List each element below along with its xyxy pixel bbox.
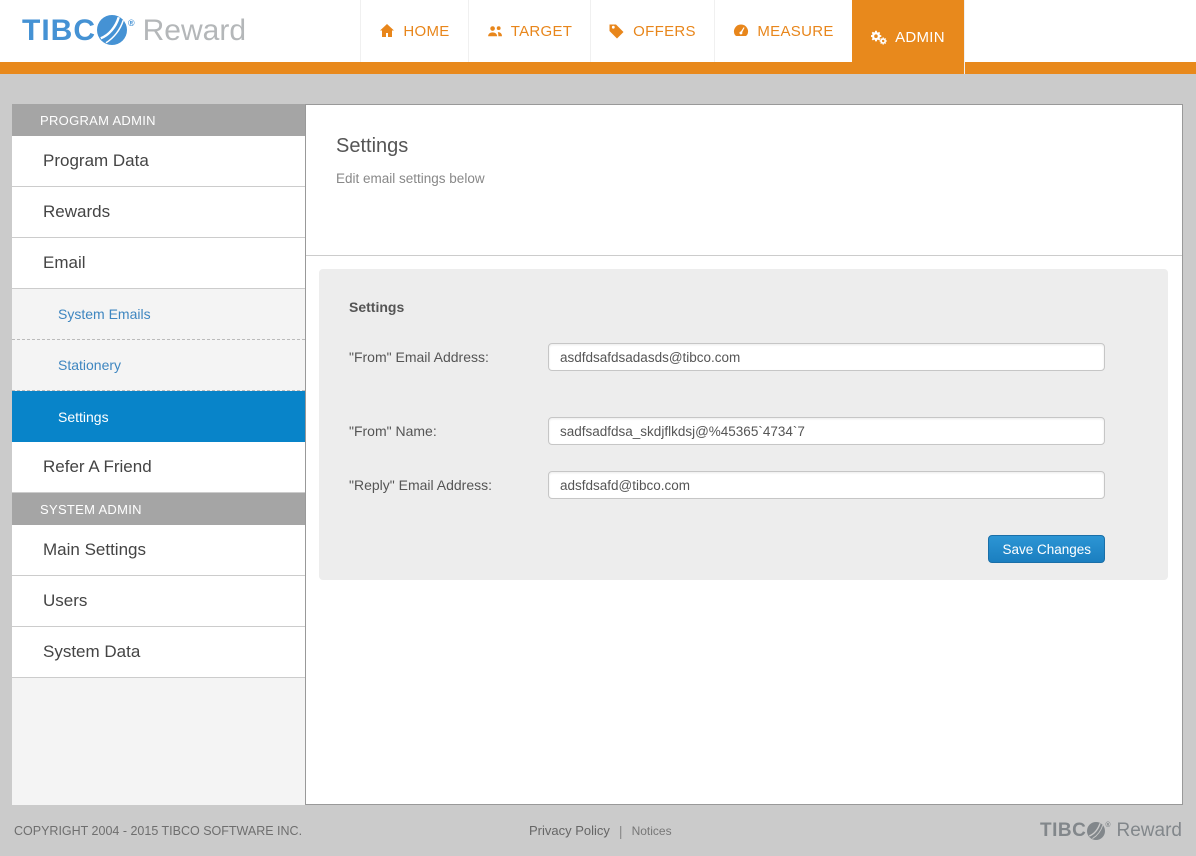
sidebar-section-system-admin: SYSTEM ADMIN bbox=[12, 493, 305, 525]
nav-tab-label: ADMIN bbox=[895, 28, 945, 46]
copyright-text: COPYRIGHT 2004 - 2015 TIBCO SOFTWARE INC… bbox=[14, 823, 303, 838]
sidebar-section-program-admin: PROGRAM ADMIN bbox=[12, 104, 305, 136]
footer-logo-wordmark: TIBC bbox=[1040, 819, 1087, 841]
sidebar-item-refer-a-friend[interactable]: Refer A Friend bbox=[12, 442, 305, 493]
tag-icon bbox=[609, 24, 624, 39]
form-heading: Settings bbox=[349, 299, 405, 315]
sidebar-filler bbox=[12, 678, 305, 805]
form-row-from-email: "From" Email Address: bbox=[349, 343, 1138, 371]
content-area: PROGRAM ADMIN Program Data Rewards Email… bbox=[12, 104, 1183, 805]
footer-links: Privacy Policy | Notices bbox=[529, 823, 672, 839]
users-icon bbox=[487, 26, 502, 37]
app-header: TIBC ® Reward HOME TARGET OFFERS MEASURE… bbox=[0, 0, 1196, 74]
from-name-input[interactable] bbox=[548, 417, 1105, 445]
nav-tab-home[interactable]: HOME bbox=[360, 0, 468, 62]
main-panel: Settings Edit email settings below Setti… bbox=[305, 104, 1183, 805]
privacy-policy-link[interactable]: Privacy Policy bbox=[529, 823, 610, 838]
page-title: Settings bbox=[336, 135, 409, 157]
sidebar-item-settings-active[interactable]: Settings bbox=[12, 391, 305, 442]
sidebar-item-program-data[interactable]: Program Data bbox=[12, 136, 305, 187]
logo-wordmark: TIBC bbox=[22, 14, 96, 47]
sidebar-item-system-emails[interactable]: System Emails bbox=[12, 289, 305, 340]
nav-tab-target[interactable]: TARGET bbox=[468, 0, 590, 62]
gauge-icon bbox=[734, 24, 749, 36]
sidebar: PROGRAM ADMIN Program Data Rewards Email… bbox=[12, 104, 305, 805]
sidebar-item-system-data[interactable]: System Data bbox=[12, 627, 305, 678]
sidebar-item-rewards[interactable]: Rewards bbox=[12, 187, 305, 238]
main-nav: HOME TARGET OFFERS MEASURE ADMIN bbox=[360, 0, 965, 74]
notices-link[interactable]: Notices bbox=[632, 824, 672, 838]
nav-tab-label: MEASURE bbox=[757, 22, 834, 40]
footer-logo-registered-mark: ® bbox=[1105, 822, 1111, 829]
page-header: Settings Edit email settings below bbox=[306, 105, 1182, 256]
nav-tab-measure[interactable]: MEASURE bbox=[714, 0, 852, 62]
footer-logo-product-name: Reward bbox=[1116, 819, 1182, 841]
from-email-input[interactable] bbox=[548, 343, 1105, 371]
footer-link-separator: | bbox=[618, 822, 623, 839]
form-row-from-name: "From" Name: bbox=[349, 417, 1138, 445]
save-changes-button[interactable]: Save Changes bbox=[988, 535, 1105, 563]
form-row-reply-email: "Reply" Email Address: bbox=[349, 471, 1138, 499]
accent-bar bbox=[0, 62, 1196, 74]
from-name-label: "From" Name: bbox=[349, 423, 437, 439]
sidebar-item-stationery[interactable]: Stationery bbox=[12, 340, 305, 391]
nav-tab-label: TARGET bbox=[510, 22, 573, 40]
footer-tibco-globe-icon bbox=[1087, 821, 1106, 840]
sidebar-item-main-settings[interactable]: Main Settings bbox=[12, 525, 305, 576]
tibco-reward-logo: TIBC ® Reward bbox=[0, 0, 360, 62]
logo-registered-mark: ® bbox=[128, 18, 135, 28]
tibco-globe-icon bbox=[97, 15, 127, 45]
reply-email-input[interactable] bbox=[548, 471, 1105, 499]
home-icon bbox=[380, 24, 395, 37]
gears-icon bbox=[871, 30, 887, 45]
logo-product-name: Reward bbox=[142, 14, 247, 47]
footer: COPYRIGHT 2004 - 2015 TIBCO SOFTWARE INC… bbox=[0, 805, 1196, 856]
nav-tab-offers[interactable]: OFFERS bbox=[590, 0, 714, 62]
page-subtitle: Edit email settings below bbox=[336, 171, 485, 186]
nav-tab-label: HOME bbox=[403, 22, 450, 40]
nav-tab-admin[interactable]: ADMIN bbox=[852, 0, 965, 74]
footer-tibco-reward-logo: TIBC ® Reward bbox=[1040, 820, 1182, 842]
reply-email-label: "Reply" Email Address: bbox=[349, 477, 492, 493]
sidebar-item-users[interactable]: Users bbox=[12, 576, 305, 627]
nav-tab-label: OFFERS bbox=[633, 22, 696, 40]
button-row: Save Changes bbox=[349, 535, 1105, 563]
sidebar-item-email[interactable]: Email bbox=[12, 238, 305, 289]
settings-form-panel: Settings "From" Email Address: "From" Na… bbox=[319, 269, 1168, 580]
from-email-label: "From" Email Address: bbox=[349, 349, 489, 365]
